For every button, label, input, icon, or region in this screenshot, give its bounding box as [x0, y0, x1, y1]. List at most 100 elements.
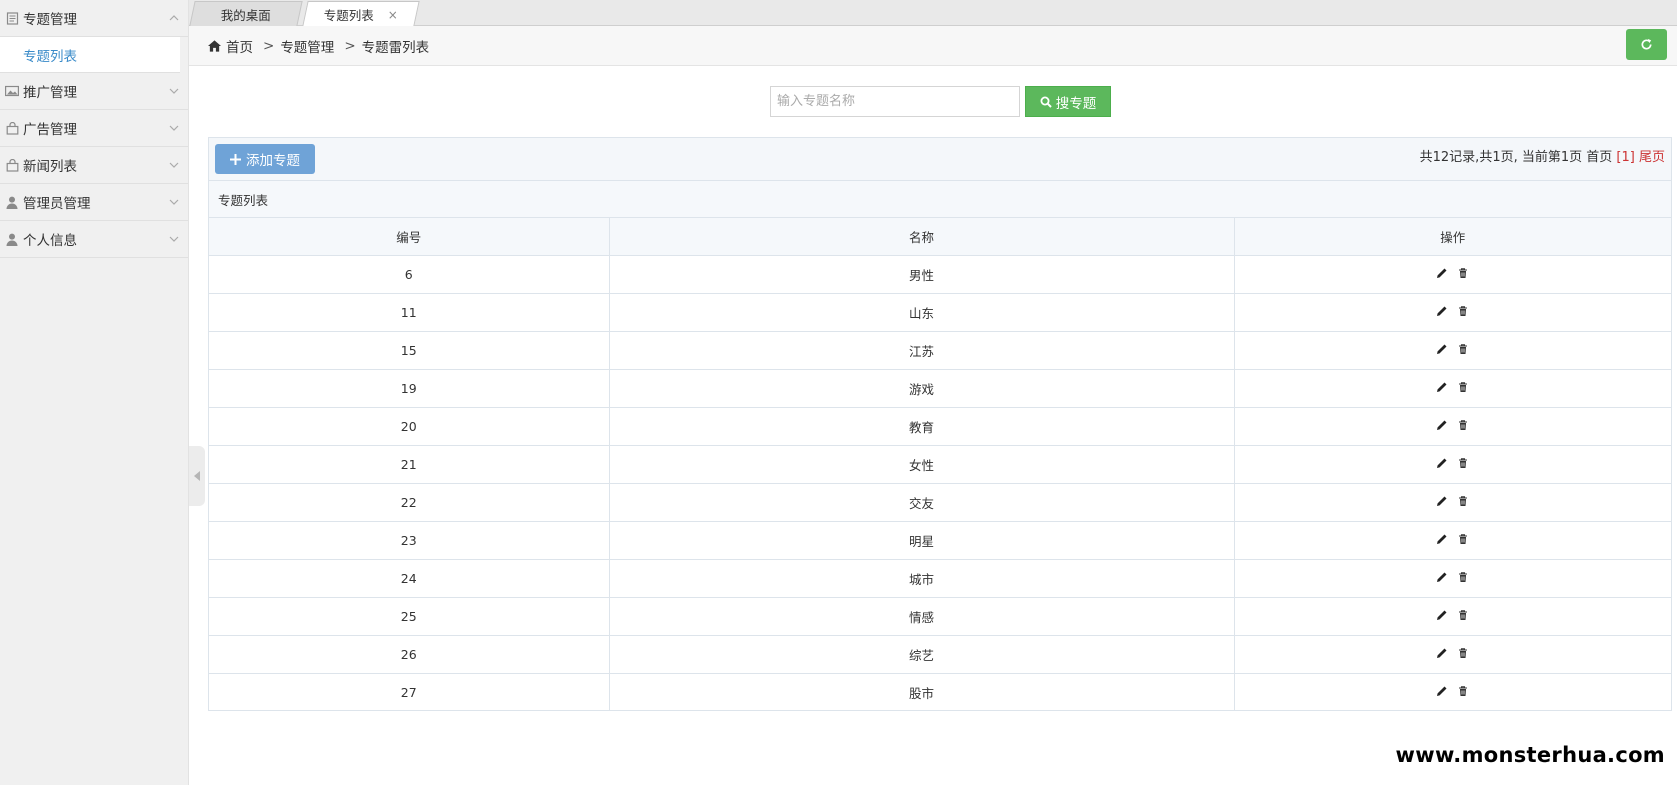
cell-actions [1234, 369, 1671, 408]
edit-icon[interactable] [1436, 495, 1448, 507]
cell-actions [1234, 559, 1671, 598]
tab-bar: 我的桌面 专题列表 × [189, 0, 1677, 26]
add-topic-button[interactable]: 添加专题 [215, 144, 315, 174]
tab-my-desktop[interactable]: 我的桌面 [189, 1, 303, 26]
sidebar-group-label: 新闻列表 [23, 159, 77, 175]
edit-icon[interactable] [1436, 609, 1448, 621]
cell-name: 江苏 [609, 331, 1235, 370]
cell-id: 11 [209, 293, 610, 332]
sidebar-group-3[interactable]: 新闻列表 [0, 147, 188, 184]
edit-icon[interactable] [1436, 343, 1448, 355]
sidebar-group-label: 推广管理 [23, 85, 77, 101]
column-header-name: 名称 [609, 218, 1235, 256]
cell-actions [1234, 673, 1671, 711]
pagination-first[interactable]: 首页 [1586, 150, 1612, 165]
delete-icon[interactable] [1457, 457, 1469, 469]
column-header-actions: 操作 [1234, 218, 1671, 256]
chevron-down-icon [168, 233, 180, 245]
cell-actions [1234, 255, 1671, 294]
cell-actions [1234, 445, 1671, 484]
table-row: 22 交友 [209, 483, 1671, 522]
edit-icon[interactable] [1436, 571, 1448, 583]
search-topic-button[interactable]: 搜专题 [1025, 86, 1111, 117]
cell-id: 23 [209, 521, 610, 560]
delete-icon[interactable] [1457, 609, 1469, 621]
refresh-icon [1641, 38, 1652, 50]
cell-actions [1234, 635, 1671, 674]
edit-icon[interactable] [1436, 457, 1448, 469]
cell-id: 25 [209, 597, 610, 636]
delete-icon[interactable] [1457, 267, 1469, 279]
delete-icon[interactable] [1457, 381, 1469, 393]
table-body: 6 男性 11 山东 15 江苏 19 游戏 20 教育 21 女性 22 交友 23 明星 24 城市 25 情感 2… [209, 255, 1671, 711]
sidebar-group-0[interactable]: 专题管理 [0, 0, 188, 37]
cell-name: 明星 [609, 521, 1235, 560]
user-icon [5, 233, 19, 246]
delete-icon[interactable] [1457, 647, 1469, 659]
cell-id: 6 [209, 255, 610, 294]
table-row: 11 山东 [209, 293, 1671, 332]
edit-icon[interactable] [1436, 533, 1448, 545]
breadcrumb-home[interactable]: 首页 [226, 36, 253, 56]
delete-icon[interactable] [1457, 571, 1469, 583]
add-topic-label: 添加专题 [246, 153, 300, 169]
table-row: 20 教育 [209, 407, 1671, 446]
user-icon [5, 196, 19, 209]
delete-icon[interactable] [1457, 343, 1469, 355]
edit-icon[interactable] [1436, 647, 1448, 659]
table-row: 6 男性 [209, 255, 1671, 294]
sidebar-group-2[interactable]: 广告管理 [0, 110, 188, 147]
cell-name: 情感 [609, 597, 1235, 636]
cell-id: 22 [209, 483, 610, 522]
chevron-down-icon [168, 85, 180, 97]
table-row: 23 明星 [209, 521, 1671, 560]
sidebar-group-5[interactable]: 个人信息 [0, 221, 188, 258]
tab-topic-list[interactable]: 专题列表 × [302, 1, 420, 26]
pagination: 共12记录,共1页, 当前第1页 首页 [1] 尾页 [1420, 146, 1665, 165]
cell-id: 21 [209, 445, 610, 484]
sidebar-item-topic-list[interactable]: 专题列表 [0, 37, 180, 73]
chevron-up-icon [168, 12, 180, 24]
edit-icon[interactable] [1436, 381, 1448, 393]
delete-icon[interactable] [1457, 419, 1469, 431]
edit-icon[interactable] [1436, 305, 1448, 317]
sidebar-group-label: 管理员管理 [23, 196, 91, 212]
sidebar-group-4[interactable]: 管理员管理 [0, 184, 188, 221]
sidebar-collapse-handle[interactable] [189, 446, 205, 506]
home-icon [208, 39, 221, 52]
table-row: 21 女性 [209, 445, 1671, 484]
cell-id: 19 [209, 369, 610, 408]
cell-name: 股市 [609, 673, 1235, 711]
pagination-last[interactable]: 尾页 [1639, 150, 1665, 165]
breadcrumb-level1[interactable]: 专题管理 [280, 36, 334, 56]
app-window: 专题管理 专题列表 推广管理 广告管理 新闻列表 管理员管理 个人信息 我的桌面 专题列表 … [0, 0, 1677, 785]
breadcrumb: 首页 > 专题管理 > 专题雷列表 [189, 26, 1677, 66]
tab-close-icon[interactable]: × [388, 7, 398, 21]
sidebar-group-label: 广告管理 [23, 122, 77, 138]
sidebar-group-label: 专题管理 [23, 12, 77, 28]
breadcrumb-separator: > [344, 37, 356, 54]
cell-actions [1234, 521, 1671, 560]
edit-icon[interactable] [1436, 267, 1448, 279]
cell-id: 20 [209, 407, 610, 446]
cell-actions [1234, 483, 1671, 522]
delete-icon[interactable] [1457, 685, 1469, 697]
delete-icon[interactable] [1457, 305, 1469, 317]
edit-icon[interactable] [1436, 685, 1448, 697]
sidebar: 专题管理专题列表推广管理广告管理新闻列表管理员管理个人信息 [0, 0, 189, 785]
edit-icon[interactable] [1436, 419, 1448, 431]
delete-icon[interactable] [1457, 495, 1469, 507]
cell-id: 27 [209, 673, 610, 711]
cell-name: 游戏 [609, 369, 1235, 408]
search-button-label: 搜专题 [1055, 95, 1097, 112]
cell-name: 综艺 [609, 635, 1235, 674]
delete-icon[interactable] [1457, 533, 1469, 545]
pagination-current[interactable]: [1] [1616, 150, 1634, 165]
refresh-button[interactable] [1626, 29, 1667, 60]
cell-name: 男性 [609, 255, 1235, 294]
sidebar-group-1[interactable]: 推广管理 [0, 73, 188, 110]
search-icon [1040, 96, 1052, 108]
breadcrumb-separator: > [263, 37, 275, 54]
topic-search-input[interactable] [770, 86, 1020, 117]
watermark: www.monsterhua.com [1395, 743, 1665, 767]
